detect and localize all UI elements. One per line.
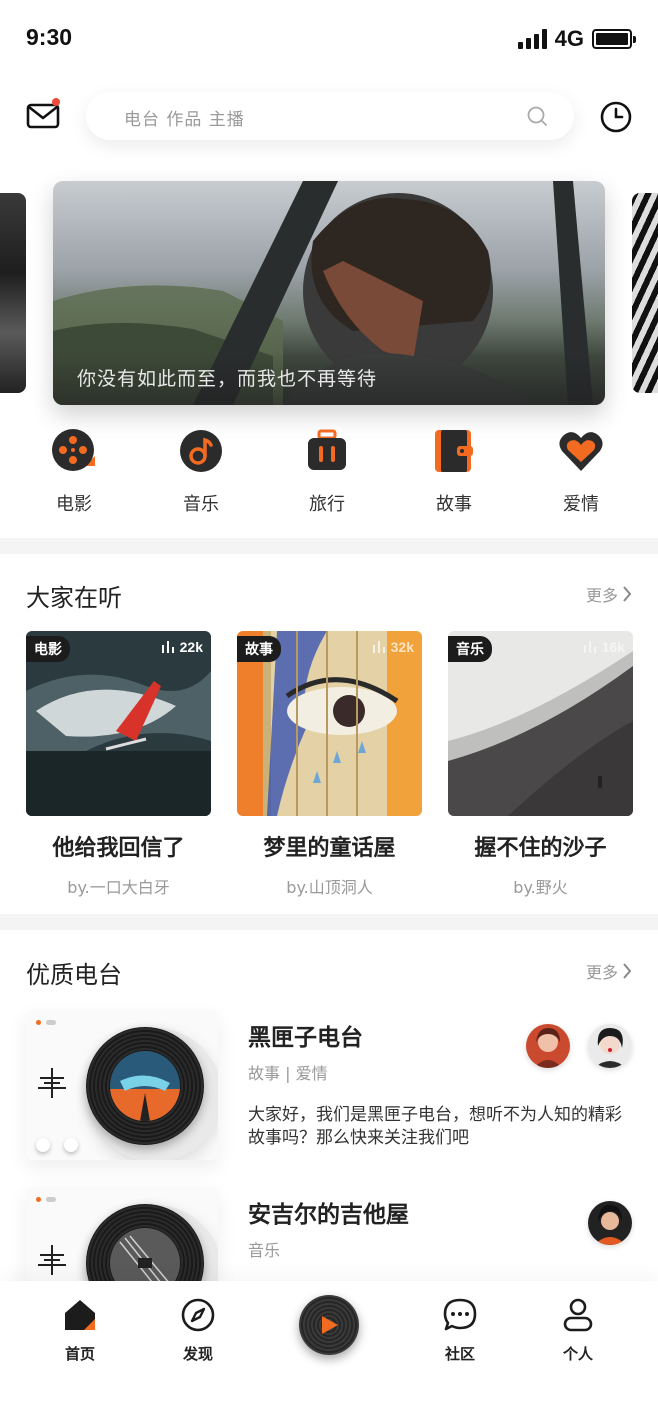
card-author: by.野火 bbox=[513, 878, 568, 897]
avatar[interactable] bbox=[526, 1024, 570, 1068]
heart-icon bbox=[559, 432, 603, 471]
category-travel[interactable]: 旅行 bbox=[287, 428, 367, 516]
status-indicators: 4G bbox=[517, 26, 636, 52]
more-link-stations[interactable]: 更多 bbox=[586, 959, 632, 983]
mail-button[interactable] bbox=[26, 102, 60, 130]
play-count: 16k bbox=[583, 639, 625, 655]
vinyl-record-icon bbox=[86, 1027, 204, 1145]
card-cover: 音乐 16k bbox=[448, 631, 633, 816]
section-title-stations: 优质电台 bbox=[26, 961, 122, 989]
chat-bubble-icon bbox=[443, 1298, 477, 1331]
more-label: 更多 bbox=[585, 586, 618, 605]
banner-caption: 你没有如此而至，而我也不再等待 bbox=[77, 368, 378, 390]
status-bar: 9:30 4G bbox=[0, 0, 658, 80]
bars-icon bbox=[161, 641, 174, 653]
play-count: 32k bbox=[372, 639, 414, 655]
category-movie[interactable]: 电影 bbox=[34, 428, 114, 516]
history-button[interactable] bbox=[599, 100, 633, 134]
battery-icon bbox=[592, 29, 636, 49]
bottom-tab-bar: 首页 发现 社区 个人 bbox=[0, 1281, 658, 1427]
notification-dot bbox=[52, 98, 60, 106]
network-type: 4G bbox=[554, 26, 584, 51]
tab-label: 发现 bbox=[182, 1345, 213, 1363]
tab-label: 首页 bbox=[64, 1345, 95, 1363]
card-title: 梦里的童话屋 bbox=[263, 836, 396, 861]
tab-label: 个人 bbox=[562, 1345, 593, 1363]
tab-discover[interactable]: 发现 bbox=[163, 1297, 233, 1364]
category-label: 故事 bbox=[436, 494, 472, 515]
play-icon bbox=[322, 1316, 338, 1334]
category-love[interactable]: 爱情 bbox=[541, 428, 621, 516]
more-label: 更多 bbox=[585, 963, 618, 982]
avatar[interactable] bbox=[588, 1024, 632, 1068]
clock-icon bbox=[600, 101, 632, 133]
section-divider bbox=[0, 914, 658, 930]
chevron-right-icon bbox=[623, 586, 632, 602]
card-cover: 电影 22k bbox=[26, 631, 211, 816]
card-tag: 电影 bbox=[26, 636, 70, 662]
search-icon bbox=[527, 106, 547, 126]
tab-community[interactable]: 社区 bbox=[425, 1297, 495, 1364]
tab-profile[interactable]: 个人 bbox=[543, 1297, 613, 1364]
station-tags: 故事 | 爱情 bbox=[248, 1064, 328, 1083]
more-link-listening[interactable]: 更多 bbox=[586, 582, 632, 606]
card-tag: 音乐 bbox=[448, 636, 492, 662]
now-playing-button[interactable] bbox=[299, 1295, 359, 1355]
card-cover: 故事 32k bbox=[237, 631, 422, 816]
banner-carousel[interactable]: 你没有如此而至，而我也不再等待 bbox=[53, 181, 605, 405]
equalizer-icon bbox=[38, 1245, 66, 1275]
station-cover bbox=[26, 1010, 218, 1160]
top-bar: 电台 作品 主播 bbox=[0, 90, 658, 146]
card-tag: 故事 bbox=[237, 636, 281, 662]
avatar[interactable] bbox=[588, 1201, 632, 1245]
search-placeholder: 电台 作品 主播 bbox=[124, 110, 245, 130]
card-title: 握不住的沙子 bbox=[474, 836, 607, 861]
card-title: 他给我回信了 bbox=[52, 836, 185, 861]
content-card[interactable]: 音乐 16k 握不住的沙子 by.野火 bbox=[448, 631, 633, 898]
search-input[interactable]: 电台 作品 主播 bbox=[86, 92, 574, 140]
home-icon bbox=[65, 1300, 95, 1330]
music-note-icon bbox=[180, 430, 222, 472]
play-count: 22k bbox=[161, 639, 203, 655]
category-label: 电影 bbox=[56, 494, 92, 515]
content-card[interactable]: 故事 32k 梦里的童话屋 by.山顶洞人 bbox=[237, 631, 422, 898]
compass-icon bbox=[181, 1298, 215, 1332]
station-name: 黑匣子电台 bbox=[248, 1025, 363, 1051]
card-author: by.一口大白牙 bbox=[67, 878, 170, 897]
person-icon bbox=[563, 1298, 593, 1332]
equalizer-icon bbox=[38, 1068, 66, 1098]
chevron-right-icon bbox=[623, 963, 632, 979]
category-label: 旅行 bbox=[309, 494, 345, 515]
status-time: 9:30 bbox=[26, 24, 73, 50]
banner-next-slide[interactable] bbox=[632, 193, 658, 393]
luggage-icon bbox=[308, 429, 346, 470]
category-label: 音乐 bbox=[183, 494, 219, 515]
bars-icon bbox=[583, 641, 596, 653]
tab-label: 社区 bbox=[444, 1345, 475, 1363]
station-description: 大家好，我们是黑匣子电台，想听不为人知的精彩故事吗？那么快来关注我们吧 bbox=[248, 1105, 622, 1148]
section-divider bbox=[0, 538, 658, 554]
category-row: 电影 音乐 旅行 故事 爱情 bbox=[0, 428, 658, 520]
category-label: 爱情 bbox=[563, 494, 599, 515]
category-story[interactable]: 故事 bbox=[414, 428, 494, 516]
banner-prev-slide[interactable] bbox=[0, 193, 26, 393]
bars-icon bbox=[372, 641, 385, 653]
section-title-listening: 大家在听 bbox=[26, 584, 122, 612]
station-tags: 音乐 bbox=[248, 1241, 281, 1260]
card-author: by.山顶洞人 bbox=[286, 878, 373, 897]
book-icon bbox=[435, 430, 473, 472]
film-reel-icon bbox=[52, 429, 95, 471]
mail-icon bbox=[26, 103, 60, 129]
content-card[interactable]: 电影 22k 他给我回信了 by.一口大白牙 bbox=[26, 631, 211, 898]
station-name: 安吉尔的吉他屋 bbox=[248, 1202, 409, 1228]
signal-icon bbox=[517, 29, 547, 49]
tab-home[interactable]: 首页 bbox=[45, 1297, 115, 1364]
category-music[interactable]: 音乐 bbox=[161, 428, 241, 516]
